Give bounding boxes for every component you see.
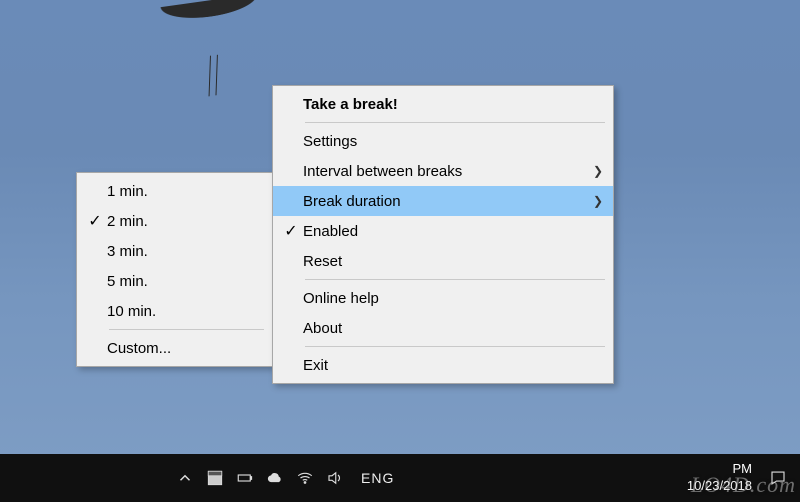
menu-item-title[interactable]: Take a break! <box>273 89 613 119</box>
clock-time-suffix: PM <box>687 461 752 478</box>
menu-separator <box>109 329 264 330</box>
menu-item-duration[interactable]: Break duration ❯ <box>273 186 613 216</box>
menu-label: Reset <box>303 253 603 270</box>
language-indicator[interactable]: ENG <box>361 470 394 486</box>
tray-chevron-up-icon[interactable] <box>175 468 195 488</box>
system-tray: ENG <box>0 468 687 488</box>
action-center-icon[interactable] <box>766 466 790 490</box>
submenu-label: 2 min. <box>107 213 262 230</box>
tray-cloud-icon[interactable] <box>265 468 285 488</box>
menu-title-label: Take a break! <box>303 96 603 113</box>
menu-item-enabled[interactable]: Enabled <box>273 216 613 246</box>
menu-label: Break duration <box>303 193 585 210</box>
menu-separator <box>305 279 605 280</box>
submenu-label: Custom... <box>107 340 262 357</box>
menu-label: Online help <box>303 290 603 307</box>
submenu-label: 3 min. <box>107 243 262 260</box>
taskbar-clock[interactable]: PM 10/23/2018 <box>687 461 752 495</box>
submenu-item-custom[interactable]: Custom... <box>77 333 272 363</box>
tray-battery-icon[interactable] <box>235 468 255 488</box>
submenu-label: 10 min. <box>107 303 262 320</box>
submenu-item-3min[interactable]: 3 min. <box>77 236 272 266</box>
menu-item-about[interactable]: About <box>273 313 613 343</box>
menu-label: Exit <box>303 357 603 374</box>
submenu-item-2min[interactable]: 2 min. <box>77 206 272 236</box>
submenu-item-1min[interactable]: 1 min. <box>77 176 272 206</box>
submenu-label: 5 min. <box>107 273 262 290</box>
submenu-item-5min[interactable]: 5 min. <box>77 266 272 296</box>
menu-item-help[interactable]: Online help <box>273 283 613 313</box>
menu-label: Interval between breaks <box>303 163 585 180</box>
chevron-right-icon: ❯ <box>593 164 603 178</box>
submenu-break-duration: 1 min. 2 min. 3 min. 5 min. 10 min. Cust… <box>76 172 273 367</box>
menu-label: About <box>303 320 603 337</box>
taskbar-right: PM 10/23/2018 <box>687 461 800 495</box>
chevron-right-icon: ❯ <box>593 194 603 208</box>
clock-date: 10/23/2018 <box>687 478 752 495</box>
menu-item-exit[interactable]: Exit <box>273 350 613 380</box>
taskbar: ENG PM 10/23/2018 <box>0 454 800 502</box>
menu-label: Enabled <box>303 223 603 240</box>
menu-separator <box>305 346 605 347</box>
tray-wifi-icon[interactable] <box>295 468 315 488</box>
menu-item-interval[interactable]: Interval between breaks ❯ <box>273 156 613 186</box>
submenu-item-10min[interactable]: 10 min. <box>77 296 272 326</box>
context-menu: Take a break! Settings Interval between … <box>272 85 614 384</box>
tray-app-icon[interactable] <box>205 468 225 488</box>
menu-separator <box>305 122 605 123</box>
check-icon <box>83 211 107 231</box>
menu-item-settings[interactable]: Settings <box>273 126 613 156</box>
tray-volume-icon[interactable] <box>325 468 345 488</box>
menu-label: Settings <box>303 133 603 150</box>
check-icon <box>279 221 303 241</box>
menu-item-reset[interactable]: Reset <box>273 246 613 276</box>
submenu-label: 1 min. <box>107 183 262 200</box>
